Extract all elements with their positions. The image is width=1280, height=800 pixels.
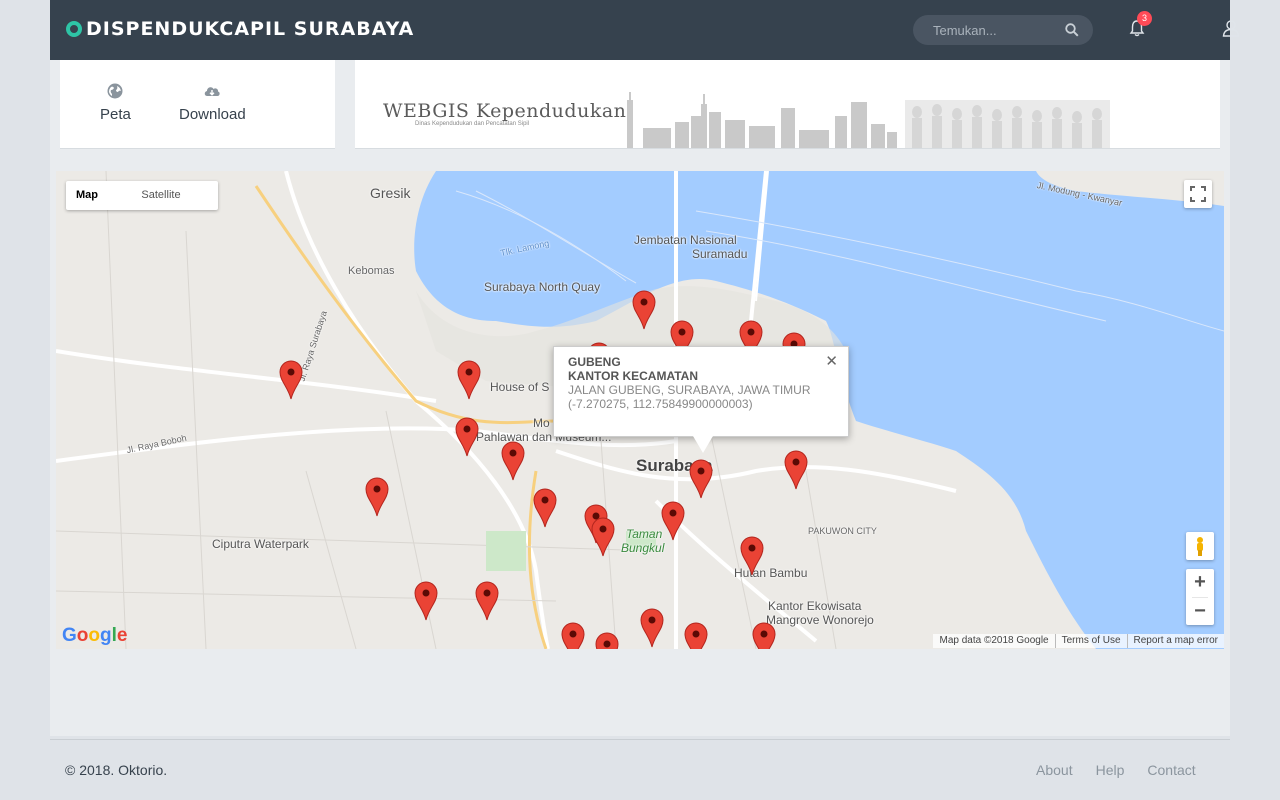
brand-title: DISPENDUKCAPIL SURABAYA [86,18,415,40]
globe-icon [107,83,123,99]
menu-item-download[interactable]: Download [179,82,246,123]
brand-logo-icon [66,21,82,37]
user-icon[interactable] [1222,19,1240,37]
brand[interactable]: DISPENDUKCAPIL SURABAYA [66,18,414,40]
terms-of-use-link[interactable]: Terms of Use [1054,634,1127,648]
banner-card: WEBGIS Kependudukan Dinas Kependudukan d… [355,60,1220,149]
map-marker-icon[interactable] [632,290,656,330]
map-marker-icon[interactable] [595,632,619,649]
map-marker-icon[interactable] [640,608,664,648]
zoom-out-button[interactable]: − [1186,598,1214,626]
zoom-control: + − [1186,569,1214,625]
map-marker-icon[interactable] [455,417,479,457]
map-marker-icon[interactable] [684,622,708,649]
search-input[interactable] [933,22,1053,38]
info-type: KANTOR KECAMATAN [568,369,698,383]
map-marker-icon[interactable] [501,441,525,481]
top-navbar: DISPENDUKCAPIL SURABAYA [50,0,1240,60]
footer-link-help[interactable]: Help [1096,762,1125,778]
fullscreen-button[interactable] [1184,180,1212,208]
menu-item-label: Peta [100,106,131,123]
zoom-in-button[interactable]: + [1186,569,1214,597]
banner-subtitle: Dinas Kependudukan dan Pencatatan Sipil [415,121,530,127]
footer-link-about[interactable]: About [1036,762,1073,778]
menu-item-label: Download [179,106,246,123]
street-view-button[interactable] [1186,532,1214,560]
report-map-error-link[interactable]: Report a map error [1126,634,1224,648]
map-type-satellite-button[interactable]: Satellite [104,181,218,210]
search-box [913,15,1093,45]
map-marker-icon[interactable] [591,517,615,557]
info-coordinates: (-7.270275, 112.75849900000003) [568,397,753,411]
google-logo[interactable]: Google [62,625,127,647]
map-marker-icon[interactable] [561,622,585,649]
map-marker-icon[interactable] [752,622,776,649]
map-marker-icon[interactable] [740,536,764,576]
city-skyline-image [627,92,1110,148]
map-marker-icon[interactable] [784,450,808,490]
pegman-icon [1197,537,1203,556]
menu-item-peta[interactable]: Peta [100,82,131,123]
menu-card: Peta Download [60,60,335,149]
map-marker-icon[interactable] [457,360,481,400]
map-marker-icon[interactable] [414,581,438,621]
info-district: GUBENG [568,355,621,369]
search-icon[interactable] [1065,23,1079,37]
footer-divider [50,739,1230,740]
map-data-text: Map data ©2018 Google [939,635,1049,646]
map-view[interactable]: Gresik Kebomas Jembatan Nasional Suramad… [56,171,1224,649]
map-type-control: Map Satellite [66,181,218,210]
map-marker-icon[interactable] [533,488,557,528]
map-type-map-button[interactable]: Map [66,181,104,210]
marker-info-window: GUBENG KANTOR KECAMATAN JALAN GUBENG, SU… [553,346,849,453]
cloud-download-icon [205,87,221,96]
footer-links: About Help Contact [1036,762,1196,778]
info-address: JALAN GUBENG, SURABAYA, JAWA TIMUR [568,383,811,397]
map-marker-icon[interactable] [661,501,685,541]
map-marker-icon[interactable] [475,581,499,621]
footer-link-contact[interactable]: Contact [1147,762,1195,778]
map-attribution: Map data ©2018 Google Terms of Use Repor… [933,634,1224,648]
banner-title: WEBGIS Kependudukan [383,100,627,122]
notification-badge: 3 [1137,11,1152,26]
map-marker-icon[interactable] [689,459,713,499]
map-marker-icon[interactable] [279,360,303,400]
close-icon[interactable]: ✕ [825,352,838,370]
map-marker-icon[interactable] [365,477,389,517]
fullscreen-icon [1190,186,1206,202]
copyright-text: © 2018. Oktorio. [65,762,168,778]
info-window-tail [693,436,713,453]
